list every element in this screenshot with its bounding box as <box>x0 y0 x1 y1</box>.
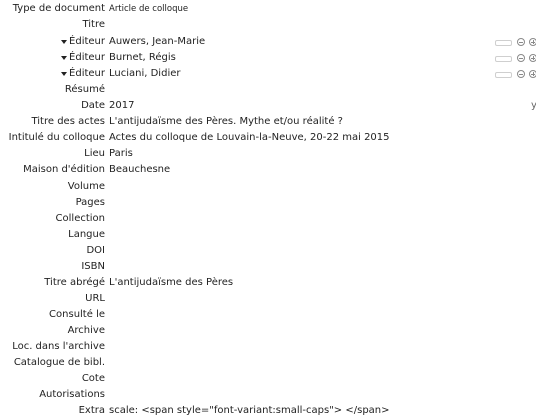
field-row-short-title: Titre abrégé L'antijudaïsme des Pères <box>0 275 536 291</box>
field-label: Consulté le <box>49 309 105 320</box>
field-label: Catalogue de bibl. <box>13 357 105 368</box>
field-label: Titre des actes <box>31 116 105 127</box>
field-label: Titre <box>82 19 105 30</box>
date-field[interactable]: 2017 <box>109 98 134 114</box>
creator-name-field[interactable]: Burnet, Régis <box>109 50 176 66</box>
creator-name-field[interactable]: Luciani, Didier <box>109 66 180 82</box>
conference-name-field[interactable]: Actes du colloque de Louvain-la-Neuve, 2… <box>109 130 390 146</box>
field-label: Lieu <box>84 148 105 159</box>
creator-type-label[interactable]: Éditeur <box>69 66 105 82</box>
creator-row: Éditeur Burnet, Régis <box>0 50 536 66</box>
field-row-pages: Pages <box>0 195 536 211</box>
place-field[interactable]: Paris <box>109 146 133 162</box>
field-label: Cote <box>81 373 105 384</box>
field-row-library-catalog: Catalogue de bibl. <box>0 355 536 371</box>
creator-name-field[interactable]: Auwers, Jean-Marie <box>109 34 205 50</box>
field-row-rights: Autorisations <box>0 387 536 403</box>
item-type-select[interactable]: Article de colloque <box>109 1 188 17</box>
field-row-volume: Volume <box>0 179 536 195</box>
add-creator-icon[interactable] <box>529 54 536 62</box>
creator-type-menu-icon[interactable] <box>61 56 67 60</box>
swap-name-icon[interactable] <box>495 56 512 62</box>
field-row-abstract: Résumé <box>0 82 536 98</box>
field-row-proceedings-title: Titre des actes L'antijudaïsme des Pères… <box>0 114 536 130</box>
field-label: ISBN <box>81 261 105 272</box>
field-label: Maison d'édition <box>23 164 105 175</box>
field-row-place: Lieu Paris <box>0 146 536 162</box>
field-row-doi: DOI <box>0 243 536 259</box>
field-row-language: Langue <box>0 227 536 243</box>
field-row-archive-location: Loc. dans l'archive <box>0 339 536 355</box>
field-row-extra: Extra scale: <span style="font-variant:s… <box>0 403 536 419</box>
creator-row: Éditeur Luciani, Didier <box>0 66 536 82</box>
field-row-title: Titre <box>0 17 536 33</box>
item-info-pane: Type de document Article de colloque Tit… <box>0 0 536 419</box>
field-label: Collection <box>55 213 105 224</box>
field-label: Volume <box>67 181 105 192</box>
short-title-field[interactable]: L'antijudaïsme des Pères <box>109 275 233 291</box>
field-label: Loc. dans l'archive <box>12 341 105 352</box>
creator-type-label[interactable]: Éditeur <box>69 34 105 50</box>
field-label: Intitulé du colloque <box>8 132 105 143</box>
field-label: DOI <box>86 245 105 256</box>
remove-creator-icon[interactable] <box>517 54 525 62</box>
extra-field[interactable]: scale: <span style="font-variant:small-c… <box>109 403 390 419</box>
field-label: Extra <box>78 405 105 416</box>
creator-row: Éditeur Auwers, Jean-Marie <box>0 34 536 50</box>
creator-type-label[interactable]: Éditeur <box>69 50 105 66</box>
field-label: Autorisations <box>39 389 105 400</box>
field-label: Archive <box>67 325 105 336</box>
field-label: Date <box>81 100 105 111</box>
field-label: URL <box>85 293 105 304</box>
remove-creator-icon[interactable] <box>517 38 525 46</box>
field-row-conference-name: Intitulé du colloque Actes du colloque d… <box>0 130 536 146</box>
field-row-item-type: Type de document Article de colloque <box>0 1 536 17</box>
creator-type-menu-icon[interactable] <box>61 72 67 76</box>
field-row-date: Date 2017 y <box>0 98 536 114</box>
remove-creator-icon[interactable] <box>517 70 525 78</box>
swap-name-icon[interactable] <box>495 40 512 46</box>
field-label: Type de document <box>12 3 105 14</box>
field-label: Langue <box>68 229 105 240</box>
field-row-series: Collection <box>0 211 536 227</box>
field-row-call-number: Cote <box>0 371 536 387</box>
add-creator-icon[interactable] <box>529 70 536 78</box>
field-row-accessed: Consulté le <box>0 307 536 323</box>
publisher-field[interactable]: Beauchesne <box>109 162 170 178</box>
field-label: Pages <box>75 197 105 208</box>
add-creator-icon[interactable] <box>529 38 536 46</box>
field-row-isbn: ISBN <box>0 259 536 275</box>
proceedings-title-field[interactable]: L'antijudaïsme des Pères. Mythe et/ou ré… <box>109 114 343 130</box>
swap-name-icon[interactable] <box>495 72 512 78</box>
creator-type-menu-icon[interactable] <box>61 40 67 44</box>
field-label: Titre abrégé <box>44 277 105 288</box>
field-row-publisher: Maison d'édition Beauchesne <box>0 162 536 178</box>
field-label: Résumé <box>64 84 105 95</box>
field-row-url: URL <box>0 291 536 307</box>
field-row-archive: Archive <box>0 323 536 339</box>
date-format-indicator: y <box>531 100 536 111</box>
